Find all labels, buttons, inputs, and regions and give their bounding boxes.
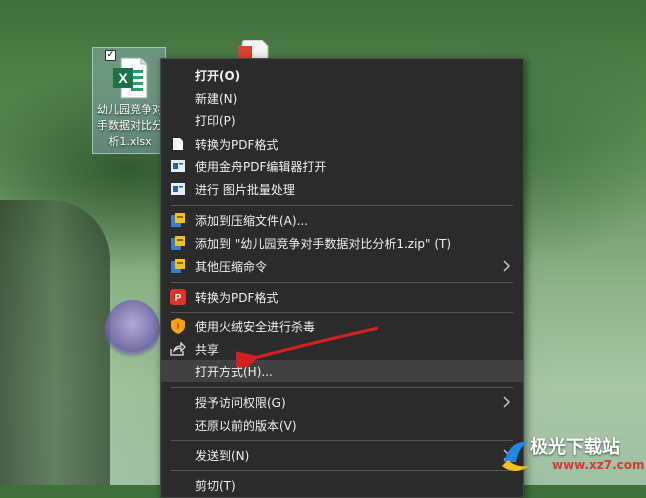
menu-item-label: 发送到(N) <box>195 448 250 463</box>
wallpaper-figure <box>105 300 160 360</box>
pdf-editor-icon <box>171 160 185 172</box>
share-icon <box>170 342 186 356</box>
file-name-label: 幼儿园竞争对手数据对比分析1.xlsx <box>97 103 163 148</box>
archive-icon <box>171 213 185 227</box>
menu-item-label: 其他压缩命令 <box>195 259 268 274</box>
menu-item-convert-pdf[interactable]: 转换为PDF格式 <box>161 133 523 155</box>
menu-item-send-to[interactable]: 发送到(N) <box>161 444 523 466</box>
chevron-right-icon <box>503 260 510 272</box>
menu-separator <box>171 470 513 471</box>
menu-item-label: 新建(N) <box>195 91 238 106</box>
menu-item-label: 进行 图片批量处理 <box>195 182 295 197</box>
menu-item-open[interactable]: 打开(O) <box>161 64 523 86</box>
pdf-file-icon[interactable] <box>236 40 272 60</box>
menu-item-label: 添加到压缩文件(A)... <box>195 213 309 228</box>
menu-separator <box>171 440 513 441</box>
menu-separator <box>171 205 513 206</box>
svg-text:P: P <box>175 293 182 304</box>
menu-item-print[interactable]: 打印(P) <box>161 109 523 131</box>
menu-item-label: 还原以前的版本(V) <box>195 418 297 433</box>
menu-item-label: 转换为PDF格式 <box>195 137 279 152</box>
menu-item-label: 使用金舟PDF编辑器打开 <box>195 159 327 174</box>
watermark-name: 极光下载站 <box>530 437 620 458</box>
menu-item-new[interactable]: 新建(N) <box>161 87 523 109</box>
menu-separator <box>171 282 513 283</box>
menu-item-add-to-archive[interactable]: 添加到压缩文件(A)... <box>161 209 523 231</box>
archive-icon <box>171 259 185 273</box>
menu-item-more-archive[interactable]: 其他压缩命令 <box>161 255 523 277</box>
menu-item-grant-access[interactable]: 授予访问权限(G) <box>161 391 523 413</box>
menu-separator <box>171 312 513 313</box>
svg-text:X: X <box>118 70 128 86</box>
menu-item-label: 打开(O) <box>195 68 241 83</box>
menu-item-label: 转换为PDF格式 <box>195 290 279 305</box>
menu-item-add-to-zip[interactable]: 添加到 "幼儿园竞争对手数据对比分析1.zip" (T) <box>161 232 523 254</box>
document-icon <box>173 138 183 150</box>
menu-item-cut[interactable]: 剪切(T) <box>161 474 523 496</box>
menu-separator <box>171 387 513 388</box>
shield-icon <box>171 318 185 334</box>
menu-item-label: 授予访问权限(G) <box>195 395 286 410</box>
pdf-convert-icon: P <box>170 289 186 305</box>
annotation-arrow <box>236 326 379 367</box>
chevron-right-icon <box>503 396 510 408</box>
desktop-file-xlsx[interactable]: ✓ X 幼儿园竞争对手数据对比分析1.xlsx <box>92 47 166 154</box>
context-menu: 打开(O) 新建(N) 打印(P) 转换为PDF格式 使用金舟PDF编辑器打开 <box>160 58 524 498</box>
watermark-url: www.xz7.com <box>552 458 645 472</box>
menu-item-restore-versions[interactable]: 还原以前的版本(V) <box>161 414 523 436</box>
menu-item-batch-images[interactable]: 进行 图片批量处理 <box>161 178 523 200</box>
wallpaper-tree <box>0 200 110 485</box>
menu-item-label: 打印(P) <box>195 113 236 128</box>
menu-item-label: 添加到 "幼儿园竞争对手数据对比分析1.zip" (T) <box>195 236 452 251</box>
menu-item-convert-pdf-2[interactable]: P 转换为PDF格式 <box>161 286 523 308</box>
menu-item-label: 共享 <box>195 342 220 357</box>
image-batch-icon <box>171 183 185 195</box>
menu-item-open-jinzhou-pdf[interactable]: 使用金舟PDF编辑器打开 <box>161 155 523 177</box>
archive-icon <box>171 236 185 250</box>
excel-file-icon: X <box>113 57 148 99</box>
menu-item-label: 剪切(T) <box>195 478 236 493</box>
